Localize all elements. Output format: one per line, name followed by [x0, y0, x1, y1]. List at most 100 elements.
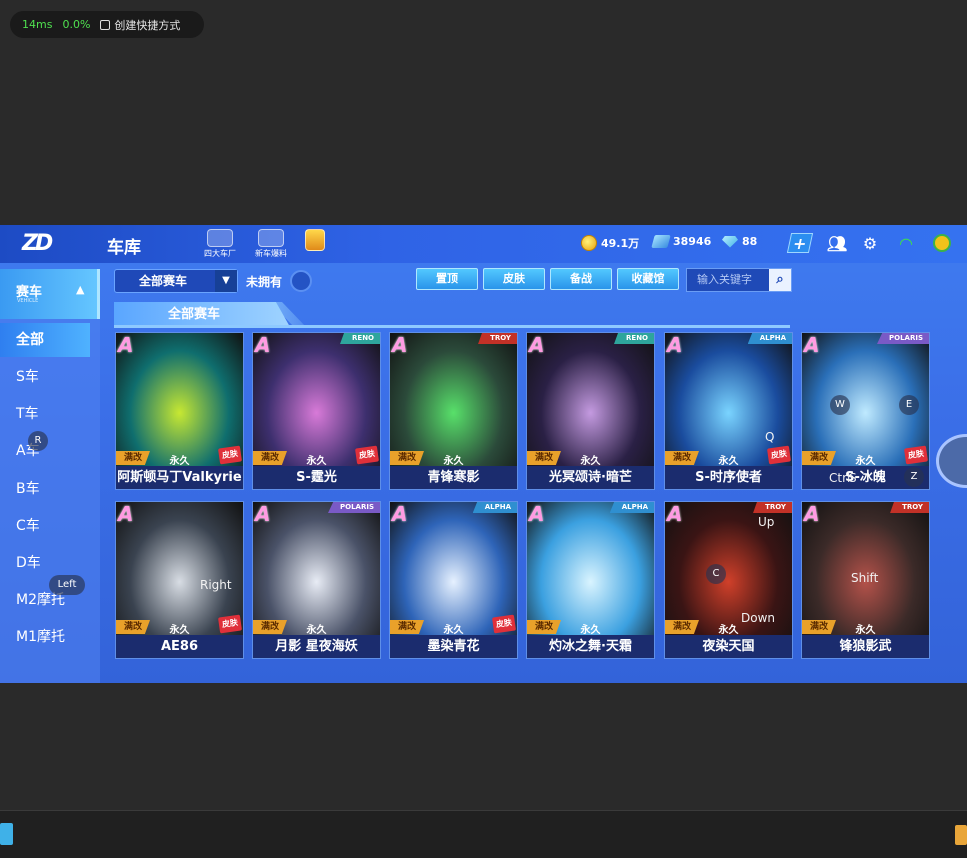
pin-button[interactable]: 置顶: [416, 268, 478, 290]
skin-badge: 皮肤: [217, 614, 243, 634]
sidebar-header[interactable]: 赛车 VEHICLE ▲: [0, 269, 100, 319]
rank-badge: A: [667, 502, 683, 526]
sidebar-item-c-car[interactable]: C车: [0, 509, 90, 543]
rank-badge: A: [392, 502, 408, 526]
search-icon[interactable]: ⌕: [769, 269, 791, 291]
car-card[interactable]: A RENO 满改 永久 皮肤 S-霆光: [252, 332, 381, 490]
skin-button[interactable]: 皮肤: [483, 268, 545, 290]
permanent-label: 永久: [580, 625, 601, 636]
ticket-counter: 38946: [651, 235, 712, 248]
section-divider: [114, 325, 790, 328]
new-car-news-label: 新车爆料: [255, 249, 287, 258]
tray-app-icon[interactable]: [955, 825, 967, 845]
sidebar-item-s-car[interactable]: S车: [0, 360, 90, 394]
avatar-icon: [933, 234, 951, 252]
key-hint-right: Right: [200, 578, 232, 592]
factory-icon: [207, 229, 233, 247]
not-owned-toggle[interactable]: [290, 270, 312, 292]
search-input[interactable]: 输入关键字 ⌕: [686, 268, 792, 292]
car-card[interactable]: A ALPHA 满改 永久 皮肤 S-时序使者: [664, 332, 793, 490]
rank-badge: A: [118, 333, 134, 357]
gift-icon: [305, 229, 325, 251]
car-card[interactable]: A ALPHA 满改 永久 灼冰之舞·天霜: [526, 501, 655, 659]
taskbar: [0, 810, 967, 858]
skin-badge: 皮肤: [491, 614, 517, 634]
ticket-value: 38946: [673, 235, 712, 248]
key-hint-c: C: [706, 564, 726, 584]
key-hint-r: R: [28, 431, 48, 451]
skin-badge: 皮肤: [903, 445, 929, 465]
key-hint-z: Z: [904, 467, 924, 487]
stats-overlay: 14ms 0.0% 创建快捷方式: [10, 11, 204, 38]
game-viewport: ZD 车库 四大车厂 新车爆料 49.1万 38946 88 + 👥︎ ⚙ ◠: [0, 225, 967, 683]
section-title: 全部赛车: [114, 302, 290, 327]
skin-badge: 皮肤: [354, 445, 380, 465]
skin-badge: 皮肤: [217, 445, 243, 465]
prepare-button[interactable]: 备战: [550, 268, 612, 290]
avatar-button[interactable]: [931, 233, 953, 253]
rank-badge: A: [255, 333, 271, 357]
new-badge-icon: [258, 229, 284, 247]
game-logo: ZD: [22, 231, 53, 256]
vehicle-filter-select[interactable]: 全部赛车 ▼: [114, 269, 238, 293]
car-name: 青锋寒影: [390, 466, 517, 489]
notepad-icon[interactable]: [0, 823, 13, 845]
key-hint-q: Q: [765, 430, 775, 444]
four-factories-label: 四大车厂: [204, 249, 236, 258]
sidebar-item-all[interactable]: 全部: [0, 323, 90, 357]
add-currency-button[interactable]: +: [786, 233, 814, 253]
brand-tag: ALPHA: [609, 502, 654, 513]
sidebar-item-m1-moto[interactable]: M1摩托: [0, 620, 90, 654]
car-name: AE86: [116, 635, 243, 658]
sidebar-item-t-car[interactable]: T车: [0, 397, 90, 431]
car-name: S-时序使者: [665, 466, 792, 489]
settings-button[interactable]: ⚙: [859, 233, 881, 253]
car-image: [253, 502, 380, 635]
percent-text: 0.0%: [62, 18, 91, 31]
friends-icon: 👥︎: [826, 233, 848, 253]
car-card[interactable]: A TROY 满改 永久 青锋寒影: [389, 332, 518, 490]
car-image: [253, 333, 380, 466]
new-car-news-button[interactable]: 新车爆料: [255, 229, 287, 259]
coin-counter: 49.1万: [581, 235, 639, 251]
car-name: 锋狼影武: [802, 635, 929, 658]
diamond-counter: 88: [722, 235, 757, 248]
brand-tag: RENO: [340, 333, 380, 344]
top-bar: ZD 车库 四大车厂 新车爆料 49.1万 38946 88 + 👥︎ ⚙ ◠: [0, 225, 967, 263]
side-panel-handle[interactable]: [936, 434, 967, 488]
brand-tag: ALPHA: [747, 333, 792, 344]
brand-tag: TROY: [478, 333, 517, 344]
gear-icon: ⚙: [862, 233, 878, 253]
rank-badge: A: [804, 502, 820, 526]
filter-selected-value: 全部赛车: [139, 274, 188, 288]
permanent-label: 永久: [580, 456, 601, 467]
car-card[interactable]: A ALPHA 满改 永久 皮肤 墨染青花: [389, 501, 518, 659]
car-image: [802, 502, 929, 635]
create-shortcut-button[interactable]: 创建快捷方式: [100, 17, 180, 33]
friends-button[interactable]: 👥︎: [826, 233, 848, 253]
coin-icon: [581, 235, 597, 251]
gift-box-button[interactable]: [305, 229, 325, 252]
car-card[interactable]: A RENO 满改 永久 光冥颂诗·暗芒: [526, 332, 655, 490]
key-hint-ctrl: Ctrl: [829, 471, 851, 485]
key-hint-left: Left: [49, 575, 85, 595]
skin-badge: 皮肤: [766, 445, 792, 465]
diamond-value: 88: [742, 235, 758, 248]
key-hint-shift: Shift: [851, 571, 879, 585]
not-owned-label: 未拥有: [246, 275, 283, 289]
car-card[interactable]: A 满改 永久 皮肤 阿斯顿马丁Valkyrie: [115, 332, 244, 490]
collection-button[interactable]: 收藏馆: [617, 268, 679, 290]
wifi-status: ◠: [895, 233, 917, 253]
car-card[interactable]: A POLARIS 满改 永久 月影 星夜海妖: [252, 501, 381, 659]
ticket-icon: [651, 235, 671, 248]
brand-tag: POLARIS: [877, 333, 929, 344]
four-factories-button[interactable]: 四大车厂: [204, 229, 236, 259]
car-name: 夜染天国: [665, 635, 792, 658]
car-name: 光冥颂诗·暗芒: [527, 466, 654, 489]
brand-tag: ALPHA: [472, 502, 517, 513]
sidebar-item-b-car[interactable]: B车: [0, 472, 90, 506]
car-name: 阿斯顿马丁Valkyrie: [116, 466, 243, 489]
shortcut-label: 创建快捷方式: [114, 18, 181, 32]
brand-tag: TROY: [753, 502, 792, 513]
rank-badge: A: [529, 333, 545, 357]
